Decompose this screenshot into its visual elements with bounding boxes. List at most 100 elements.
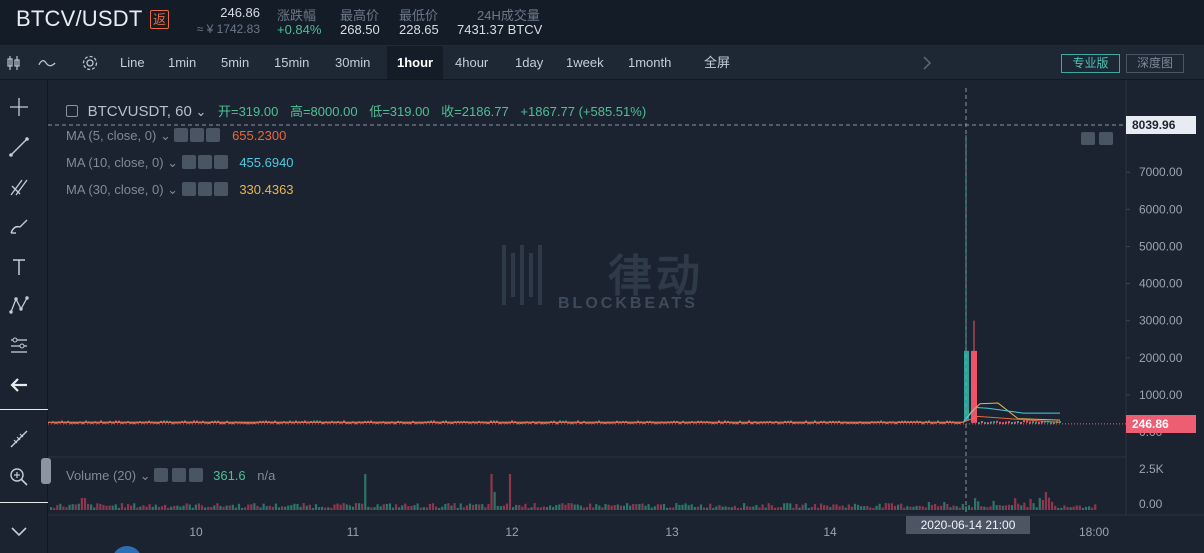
ma-label[interactable]: MA (10, close, 0) — [66, 155, 164, 170]
measure-tool-icon[interactable] — [8, 334, 30, 356]
interval-30min[interactable]: 30min — [328, 46, 377, 79]
close-icon[interactable] — [206, 128, 221, 142]
volume-bar — [515, 505, 518, 510]
volume-bar — [570, 503, 573, 510]
volume-bar — [853, 503, 857, 510]
indicator-icon[interactable] — [38, 54, 56, 72]
symbol-label[interactable]: BTCVUSDT, 60 — [88, 103, 192, 120]
ma-value: 330.4363 — [239, 182, 294, 197]
volume-bar — [502, 505, 505, 510]
gear-icon[interactable] — [197, 155, 212, 169]
volume-extra: n/a — [257, 468, 276, 483]
eye-icon[interactable] — [181, 182, 196, 196]
ruler-icon[interactable] — [8, 428, 30, 450]
volume-bar — [123, 507, 127, 510]
interval-1min[interactable]: 1min — [161, 46, 203, 79]
trend-line-icon[interactable] — [8, 136, 30, 158]
volume-bar — [1066, 506, 1069, 510]
volume-bar — [160, 506, 164, 510]
zoom-in-icon[interactable] — [8, 466, 30, 488]
volume-bar — [536, 507, 539, 510]
volume-label[interactable]: Volume (20) — [66, 468, 136, 483]
interval-5min[interactable]: 5min — [214, 46, 256, 79]
volume-bar — [1014, 498, 1017, 510]
volume-bar — [1051, 501, 1054, 510]
fib-tool-icon[interactable] — [8, 176, 30, 198]
candle-type-icon[interactable] — [5, 54, 23, 72]
chevron-down-icon[interactable]: ⌄ — [160, 128, 175, 143]
chevron-down-icon[interactable] — [8, 520, 30, 542]
ma-label[interactable]: MA (30, close, 0) — [66, 182, 164, 197]
fullscreen-button[interactable]: 全屏 — [697, 46, 737, 79]
crosshair-icon[interactable] — [8, 96, 30, 118]
back-arrow-icon[interactable] — [8, 374, 30, 396]
volume-bar — [647, 504, 650, 510]
stat-volume: 24H成交量 7431.37 BTCV — [457, 5, 542, 37]
panel-scroll-handle[interactable] — [41, 458, 51, 484]
price-block: 246.86 ≈ ¥ 1742.83 — [186, 5, 260, 36]
candle — [1035, 421, 1037, 424]
gear-icon[interactable] — [190, 128, 205, 142]
volume-bar — [401, 505, 404, 510]
volume-bar — [416, 503, 419, 510]
volume-bar — [127, 504, 130, 510]
volume-bar — [860, 506, 863, 510]
chevron-down-icon[interactable]: ⌄ — [167, 182, 182, 197]
volume-bar — [496, 505, 499, 510]
volume-bar — [736, 507, 740, 510]
interval-15min[interactable]: 15min — [267, 46, 316, 79]
volume-bar — [666, 507, 669, 510]
eye-icon[interactable] — [154, 468, 169, 482]
eye-icon[interactable] — [174, 128, 189, 142]
volume-bar — [287, 505, 290, 510]
pattern-tool-icon[interactable] — [8, 294, 30, 316]
chevron-right-icon[interactable] — [920, 55, 934, 71]
pro-version-button[interactable]: 专业版 — [1061, 54, 1120, 73]
volume-bar — [1001, 505, 1004, 510]
interval-1month[interactable]: 1month — [621, 46, 678, 79]
interval-1day[interactable]: 1day — [508, 46, 550, 79]
settings-gear-icon[interactable] — [81, 54, 99, 72]
ma-label[interactable]: MA (5, close, 0) — [66, 128, 156, 143]
volume-bar — [508, 474, 512, 510]
price-chart[interactable]: 7000.00 6000.00 5000.00 4000.00 3000.00 2000.… — [48, 80, 1204, 553]
chevron-down-icon[interactable]: ⌄ — [140, 468, 155, 483]
close-icon[interactable] — [213, 182, 228, 196]
chevron-down-icon[interactable]: ⌄ — [195, 104, 206, 119]
interval-line[interactable]: Line — [113, 46, 152, 79]
text-tool-icon[interactable] — [8, 256, 30, 278]
eye-icon[interactable] — [181, 155, 196, 169]
close-icon[interactable] — [189, 468, 204, 482]
interval-1hour[interactable]: 1hour — [387, 46, 444, 79]
interval-4hour[interactable]: 4hour — [448, 46, 495, 79]
candle — [1023, 420, 1025, 423]
volume-bar — [875, 505, 878, 510]
volume-bar — [265, 506, 268, 510]
depth-chart-button[interactable]: 深度图 — [1126, 54, 1184, 73]
volume-bar — [598, 505, 601, 510]
close-icon[interactable] — [213, 155, 228, 169]
trading-pair-title[interactable]: BTCV/USDT — [16, 6, 142, 32]
volume-bar — [829, 507, 832, 510]
candle — [1017, 421, 1019, 424]
gear-icon[interactable] — [171, 468, 186, 482]
volume-bar — [693, 507, 696, 510]
ohlc-low: 低=319.00 — [369, 104, 430, 119]
volume-bar — [838, 506, 841, 510]
volume-bar — [921, 506, 924, 510]
interval-1week[interactable]: 1week — [559, 46, 611, 79]
volume-bar — [308, 504, 311, 510]
volume-bar — [99, 503, 102, 510]
price-axis-label: 7000.00 — [1139, 165, 1183, 179]
volume-bar — [798, 507, 801, 510]
collapse-legend-icon[interactable] — [66, 105, 78, 117]
volume-bar — [601, 507, 604, 510]
volume-bar — [739, 507, 743, 510]
chevron-down-icon[interactable]: ⌄ — [167, 155, 182, 170]
watermark-logo-bar — [511, 253, 515, 297]
brush-icon[interactable] — [8, 216, 30, 238]
volume-bar — [324, 507, 327, 510]
volume-bar — [83, 498, 87, 510]
volume-bar — [715, 506, 718, 510]
gear-icon[interactable] — [197, 182, 212, 196]
